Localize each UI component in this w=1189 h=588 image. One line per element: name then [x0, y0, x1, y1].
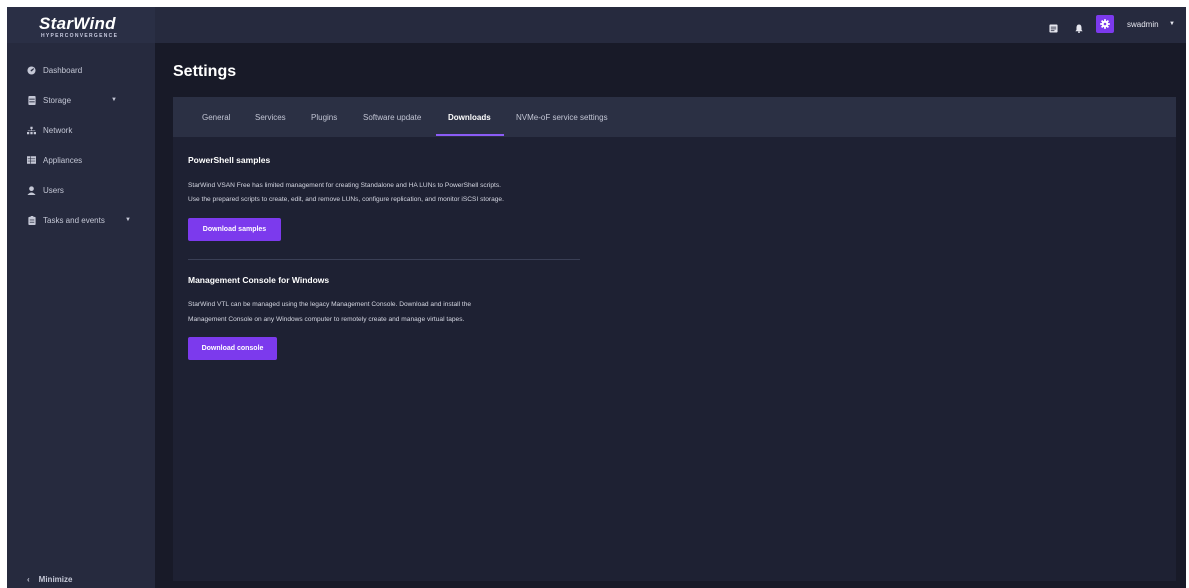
settings-panel: General Services Plugins Software update…	[173, 97, 1176, 581]
sidebar-nav: Dashboard Storage ▼ Network Appliances U…	[7, 55, 155, 235]
user-icon	[27, 185, 36, 195]
sidebar-item-label: Dashboard	[43, 65, 83, 75]
appliances-icon	[27, 156, 36, 165]
sidebar-item-network[interactable]: Network	[7, 115, 155, 145]
tab-general[interactable]: General	[202, 97, 230, 137]
logo-subtitle: HYPERCONVERGENCE	[41, 33, 119, 39]
powershell-description-line: Use the prepared scripts to create, edit…	[188, 196, 504, 203]
download-console-button[interactable]: Download console	[188, 337, 277, 360]
minimize-label: Minimize	[38, 574, 73, 584]
user-menu[interactable]: swadmin	[1127, 20, 1159, 29]
active-tab-indicator	[436, 134, 504, 136]
download-samples-button[interactable]: Download samples	[188, 218, 281, 241]
document-icon[interactable]	[1049, 20, 1058, 38]
tab-bar: General Services Plugins Software update…	[173, 97, 1176, 137]
console-description-line: Management Console on any Windows comput…	[188, 316, 465, 323]
tab-software-update[interactable]: Software update	[363, 97, 421, 137]
console-section-title: Management Console for Windows	[188, 275, 330, 285]
chevron-left-icon: ‹	[27, 574, 30, 584]
tab-nvme-of-service-settings[interactable]: NVMe-oF service settings	[516, 97, 608, 137]
logo[interactable]: StarWind HYPERCONVERGENCE	[7, 7, 155, 43]
page-title: Settings	[173, 63, 237, 80]
sidebar-item-dashboard[interactable]: Dashboard	[7, 55, 155, 85]
sidebar-item-label: Users	[43, 185, 64, 195]
app-window: StarWind HYPERCONVERGENCE Dashboard Stor…	[7, 7, 1186, 588]
network-icon	[27, 126, 36, 135]
settings-button[interactable]	[1096, 15, 1114, 33]
powershell-section-title: PowerShell samples	[188, 155, 271, 165]
minimize-button[interactable]: ‹ Minimize	[7, 570, 155, 588]
sidebar-item-label: Appliances	[43, 155, 83, 165]
top-bar: swadmin ▼	[155, 7, 1186, 43]
chevron-down-icon[interactable]: ▼	[125, 217, 131, 223]
chevron-down-icon[interactable]: ▼	[111, 97, 117, 103]
tab-plugins[interactable]: Plugins	[311, 97, 337, 137]
bell-icon[interactable]	[1075, 20, 1083, 38]
sidebar-item-appliances[interactable]: Appliances	[7, 145, 155, 175]
sidebar-item-label: Network	[43, 125, 73, 135]
tab-services[interactable]: Services	[255, 97, 286, 137]
console-description-line: StarWind VTL can be managed using the le…	[188, 301, 472, 308]
powershell-description-line: StarWind VSAN Free has limited managemen…	[188, 182, 501, 189]
chevron-down-icon[interactable]: ▼	[1169, 21, 1175, 27]
sidebar-item-users[interactable]: Users	[7, 175, 155, 205]
sidebar-item-label: Storage	[43, 95, 72, 105]
logo-text: StarWind	[39, 14, 116, 33]
sidebar-item-label: Tasks and events	[43, 215, 105, 225]
dashboard-icon	[27, 65, 36, 75]
section-divider	[188, 259, 580, 260]
clipboard-icon	[27, 215, 36, 225]
tab-downloads[interactable]: Downloads	[448, 97, 491, 137]
sidebar-item-storage[interactable]: Storage ▼	[7, 85, 155, 115]
gear-icon	[1100, 19, 1110, 29]
sidebar: StarWind HYPERCONVERGENCE Dashboard Stor…	[7, 7, 155, 588]
storage-icon	[27, 95, 36, 105]
sidebar-item-tasks[interactable]: Tasks and events ▼	[7, 205, 155, 235]
